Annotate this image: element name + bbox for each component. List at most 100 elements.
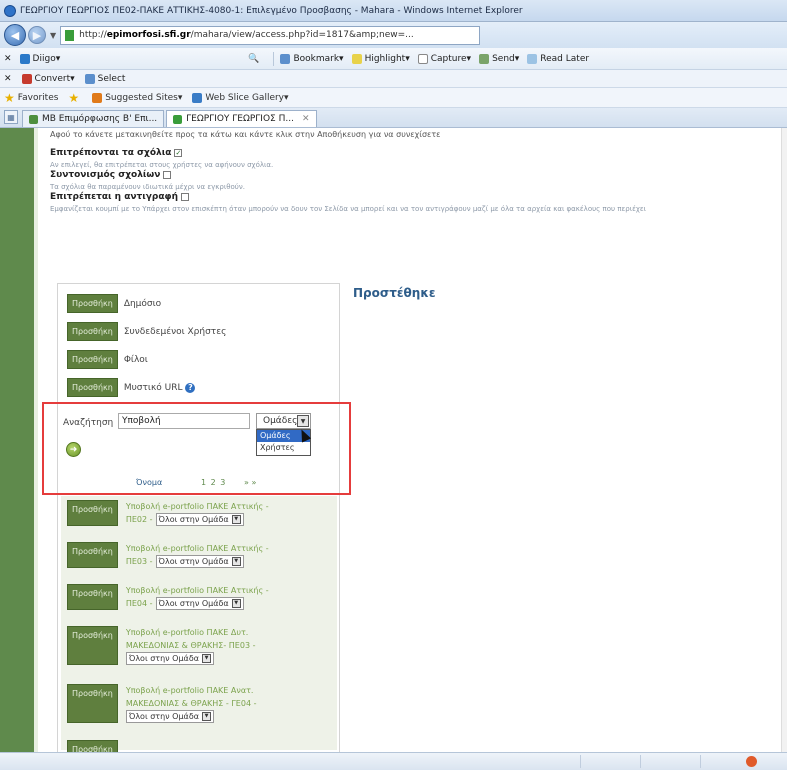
capture-icon bbox=[417, 53, 428, 64]
add-button[interactable]: Προσθήκη bbox=[67, 584, 118, 610]
url-path: /mahara/view/access.php?id=1817&amp;new=… bbox=[190, 30, 414, 40]
search-icon[interactable]: 🔍 bbox=[248, 54, 259, 64]
left-decoration-strip bbox=[0, 128, 34, 752]
group-role-select[interactable]: Όλοι στην Ομάδα ▼ bbox=[155, 597, 244, 610]
allow-copy-description: Εμφανίζεται κουμπί με το Υπάρχει στον επ… bbox=[50, 205, 647, 213]
bookmark-button[interactable]: Bookmark ▾ bbox=[280, 53, 344, 64]
allow-copy-row: Επιτρέπεται η αντιγραφή bbox=[50, 192, 189, 202]
group-name-line1: Υποβολή e-portfolio ΠΑΚΕ Αττικής - bbox=[125, 544, 269, 553]
share-row-logged-in: Προσθήκη Συνδεδεμένοι Χρήστες bbox=[67, 322, 226, 341]
chevron-down-icon: ▼ bbox=[202, 654, 211, 663]
pdf-icon bbox=[21, 73, 32, 84]
diigo-button[interactable]: Diigo ▾ bbox=[19, 53, 60, 64]
capture-button[interactable]: Capture ▾ bbox=[417, 53, 471, 64]
moderate-comments-label: Συντονισμός σχολίων bbox=[50, 170, 161, 180]
diigo-toolbar: ✕ Diigo ▾ 🔍 Bookmark ▾ Highlight ▾ Capture ▾… bbox=[0, 48, 787, 70]
chevron-down-icon: ▼ bbox=[202, 712, 211, 721]
add-favorite-icon[interactable]: ★ bbox=[68, 91, 82, 105]
group-role-select[interactable]: Όλοι στην Ομάδα ▼ bbox=[155, 555, 244, 568]
add-button[interactable]: Προσθήκη bbox=[67, 350, 118, 369]
history-dropdown-icon[interactable]: ▼ bbox=[50, 31, 56, 40]
group-role-select[interactable]: Όλοι στην Ομάδα ▼ bbox=[125, 652, 214, 665]
share-row-friends: Προσθήκη Φίλοι bbox=[67, 350, 148, 369]
group-role-select[interactable]: Όλοι στην Ομάδα ▼ bbox=[125, 710, 214, 723]
quick-tabs-icon[interactable]: ▦ bbox=[4, 110, 18, 124]
highlight-annotation-box bbox=[42, 402, 351, 495]
moderate-comments-checkbox[interactable] bbox=[163, 171, 172, 179]
select-icon bbox=[84, 73, 95, 84]
scrollbar[interactable] bbox=[781, 128, 787, 752]
group-list-item: Προσθήκη Υποβολή e-portfolio ΠΑΚΕ Δυτ. Μ… bbox=[67, 626, 255, 665]
back-button[interactable]: ◀ bbox=[4, 24, 26, 46]
group-list-item-partial: Προσθήκη bbox=[67, 740, 118, 752]
add-button[interactable]: Προσθήκη bbox=[67, 626, 118, 665]
favorites-bar: ★ Favorites ★ Suggested Sites ▾ Web Slice … bbox=[0, 88, 787, 108]
tab-georgiou[interactable]: ΓΕΩΡΓΙΟΥ ΓΕΩΡΓΙΟΣ Π... ✕ bbox=[166, 110, 317, 127]
group-name-line2: ΜΑΚΕΔΟΝΙΑΣ & ΘΡΑΚΗΣ- ΠΕ03 - bbox=[125, 641, 256, 650]
web-slice-icon bbox=[192, 92, 203, 103]
forward-button[interactable]: ▶ bbox=[28, 26, 46, 44]
group-list-item: Προσθήκη Υποβολή e-portfolio ΠΑΚΕ Αττική… bbox=[67, 584, 269, 610]
tab-bar: ▦ MB Επιμόρφωσης Β' Επι... ΓΕΩΡΓΙΟΥ ΓΕΩΡ… bbox=[0, 108, 787, 128]
tab-label: MB Επιμόρφωσης Β' Επι... bbox=[42, 114, 158, 124]
share-row-public: Προσθήκη Δημόσιο bbox=[67, 294, 161, 313]
toolbar-close-icon[interactable]: ✕ bbox=[4, 54, 12, 64]
web-slice-gallery-button[interactable]: Web Slice Gallery ▾ bbox=[192, 92, 289, 103]
add-button[interactable]: Προσθήκη bbox=[67, 740, 118, 752]
suggested-sites-icon bbox=[92, 92, 103, 103]
tab-mb[interactable]: MB Επιμόρφωσης Β' Επι... bbox=[22, 110, 165, 127]
send-button[interactable]: Send ▾ bbox=[479, 53, 519, 64]
allow-comments-description: Αν επιλεγεί, θα επιτρέπεται στους χρήστε… bbox=[50, 161, 274, 169]
share-option-label: Μυστικό URL bbox=[123, 382, 183, 393]
chevron-down-icon: ▼ bbox=[231, 557, 241, 566]
highlight-icon bbox=[351, 53, 362, 64]
add-button[interactable]: Προσθήκη bbox=[67, 378, 118, 397]
convert-toolbar: ✕ Convert ▾ Select bbox=[0, 70, 787, 88]
highlight-button[interactable]: Highlight ▾ bbox=[351, 53, 410, 64]
tab-favicon bbox=[29, 114, 38, 124]
add-button[interactable]: Προσθήκη bbox=[67, 542, 118, 568]
group-name-line1: Υποβολή e-portfolio ΠΑΚΕ Ανατ. bbox=[125, 686, 254, 695]
add-button[interactable]: Προσθήκη bbox=[67, 322, 118, 341]
status-bar bbox=[0, 752, 787, 770]
add-button[interactable]: Προσθήκη bbox=[67, 500, 118, 526]
select-button[interactable]: Select bbox=[84, 73, 125, 84]
group-name-line1: Υποβολή e-portfolio ΠΑΚΕ Δυτ. bbox=[125, 628, 249, 637]
allow-copy-checkbox[interactable] bbox=[180, 193, 189, 201]
tab-close-icon[interactable]: ✕ bbox=[302, 114, 310, 124]
convert-button[interactable]: Convert ▾ bbox=[21, 73, 75, 84]
tab-favicon bbox=[173, 114, 183, 124]
favorites-button[interactable]: ★ Favorites bbox=[4, 91, 58, 105]
add-button[interactable]: Προσθήκη bbox=[67, 294, 118, 313]
tab-label: ΓΕΩΡΓΙΟΥ ΓΕΩΡΓΙΟΣ Π... bbox=[186, 114, 294, 124]
share-row-secret-url: Προσθήκη Μυστικό URL ? bbox=[67, 378, 196, 397]
group-name-line2: ΠΕ02 - bbox=[125, 515, 153, 524]
read-later-button[interactable]: Read Later bbox=[527, 53, 589, 64]
group-name-line2: ΠΕ03 - bbox=[125, 557, 153, 566]
bookmark-icon bbox=[280, 53, 291, 64]
close-icon[interactable]: ✕ bbox=[4, 74, 12, 84]
share-option-label: Συνδεδεμένοι Χρήστες bbox=[123, 326, 227, 337]
group-list-item: Προσθήκη Υποβολή e-portfolio ΠΑΚΕ Αττική… bbox=[67, 542, 269, 568]
send-icon bbox=[479, 53, 490, 64]
group-name-line1: Υποβολή e-portfolio ΠΑΚΕ Αττικής - bbox=[125, 586, 269, 595]
window-title: ΓΕΩΡΓΙΟΥ ΓΕΩΡΓΙΟΣ ΠΕ02-ΠΑΚΕ ΑΤΤΙΚΗΣ-4080… bbox=[20, 5, 523, 16]
help-icon[interactable]: ? bbox=[185, 382, 196, 393]
suggested-sites-button[interactable]: Suggested Sites ▾ bbox=[92, 92, 182, 103]
intro-text: Αφού το κάνετε μετακινηθείτε προς τα κάτ… bbox=[50, 130, 441, 139]
group-role-select[interactable]: Όλοι στην Ομάδα ▼ bbox=[155, 513, 244, 526]
moderate-comments-description: Τα σχόλια θα παραμένουν ιδιωτικά μέχρι ν… bbox=[50, 183, 245, 191]
group-name-line1: Υποβολή e-portfolio ΠΑΚΕ Αττικής - bbox=[125, 502, 269, 511]
page-icon bbox=[65, 29, 75, 41]
address-bar[interactable]: http:// epimorfosi.sfi.gr /mahara/view/a… bbox=[60, 25, 481, 45]
share-option-label: Δημόσιο bbox=[123, 298, 162, 309]
url-host: epimorfosi.sfi.gr bbox=[106, 30, 191, 40]
page-content: Αφού το κάνετε μετακινηθείτε προς τα κάτ… bbox=[0, 128, 787, 752]
window-title-bar: ΓΕΩΡΓΙΟΥ ΓΕΩΡΓΙΟΣ ΠΕ02-ΠΑΚΕ ΑΤΤΙΚΗΣ-4080… bbox=[0, 0, 787, 22]
allow-comments-checkbox[interactable]: ✓ bbox=[174, 149, 183, 157]
add-button[interactable]: Προσθήκη bbox=[67, 684, 118, 723]
chevron-down-icon: ▼ bbox=[231, 599, 241, 608]
address-row: ◀ ▶ ▼ http:// epimorfosi.sfi.gr /mahara/… bbox=[0, 22, 787, 48]
chevron-down-icon: ▼ bbox=[231, 515, 241, 524]
allow-copy-label: Επιτρέπεται η αντιγραφή bbox=[50, 192, 178, 202]
